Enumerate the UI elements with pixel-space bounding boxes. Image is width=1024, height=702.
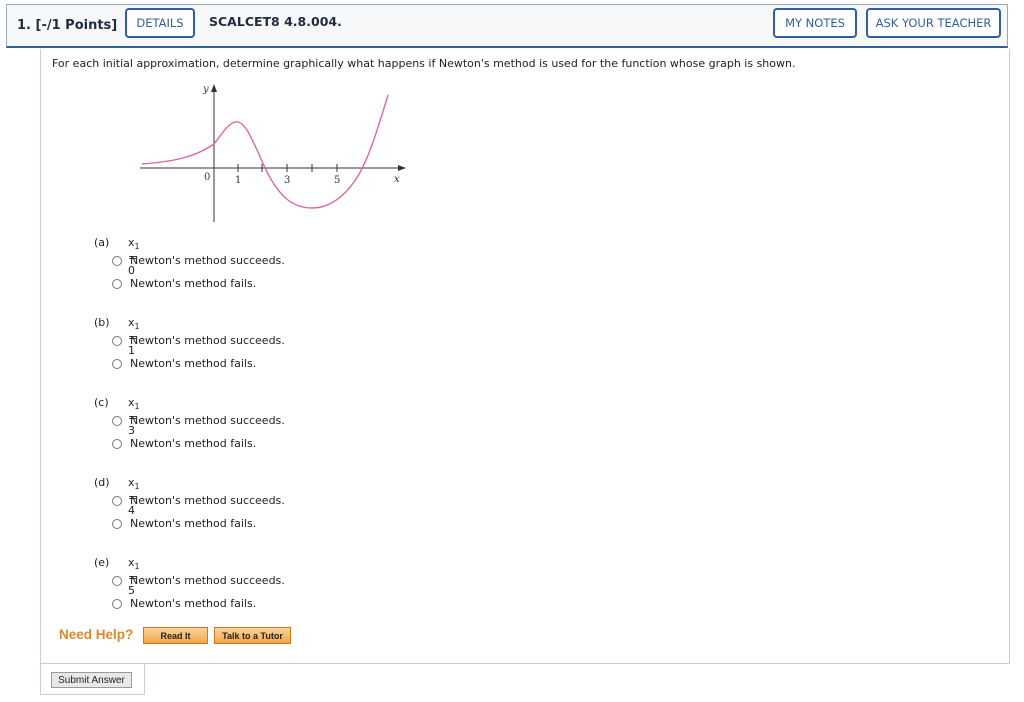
part-label: (c): [94, 396, 109, 409]
option-label: Newton's method succeeds.: [130, 414, 285, 427]
option-label: Newton's method fails.: [130, 517, 257, 530]
x-subscript: 1: [134, 482, 140, 492]
tick-label-1: 1: [235, 175, 241, 186]
question-prompt: For each initial approximation, determin…: [52, 57, 796, 70]
part-label: (a): [94, 236, 110, 249]
radio-button[interactable]: [112, 255, 122, 266]
part-label: (d): [94, 476, 110, 489]
option-fails[interactable]: Newton's method fails.: [112, 277, 256, 290]
option-succeeds[interactable]: Newton's method succeeds.: [112, 494, 285, 507]
option-label: Newton's method succeeds.: [130, 334, 285, 347]
radio-button[interactable]: [112, 518, 122, 529]
radio-button[interactable]: [112, 438, 122, 449]
x-subscript: 1: [134, 322, 140, 332]
option-fails[interactable]: Newton's method fails.: [112, 517, 256, 530]
option-label: Newton's method succeeds.: [130, 254, 285, 267]
radio-button[interactable]: [112, 575, 122, 586]
origin-label: 0: [204, 172, 210, 183]
radio-button[interactable]: [112, 598, 122, 609]
function-curve: [141, 94, 389, 209]
option-succeeds[interactable]: Newton's method succeeds.: [112, 334, 285, 347]
radio-button[interactable]: [112, 335, 122, 346]
option-fails[interactable]: Newton's method fails.: [112, 357, 256, 370]
function-graph: y x 0 1 3 5: [140, 84, 406, 222]
talk-to-tutor-button[interactable]: Talk to a Tutor: [214, 627, 291, 644]
x-subscript: 1: [134, 402, 140, 412]
option-succeeds[interactable]: Newton's method succeeds.: [112, 574, 285, 587]
option-label: Newton's method fails.: [130, 437, 257, 450]
details-button[interactable]: DETAILS: [125, 8, 195, 38]
option-succeeds[interactable]: Newton's method succeeds.: [112, 254, 285, 267]
submit-answer-button[interactable]: Submit Answer: [51, 672, 132, 688]
tick-label-5: 5: [334, 175, 340, 186]
my-notes-button[interactable]: MY NOTES: [773, 8, 857, 38]
part-label: (b): [94, 316, 110, 329]
x-subscript: 1: [134, 242, 140, 252]
option-fails[interactable]: Newton's method fails.: [112, 437, 256, 450]
ask-your-teacher-button[interactable]: ASK YOUR TEACHER: [866, 8, 1001, 38]
y-axis-label: y: [202, 84, 209, 95]
option-label: Newton's method fails.: [130, 277, 257, 290]
x-axis-arrow: [398, 165, 406, 171]
x-subscript: 1: [134, 562, 140, 572]
read-it-button[interactable]: Read It: [143, 627, 208, 644]
option-fails[interactable]: Newton's method fails.: [112, 597, 256, 610]
x-axis-label: x: [394, 174, 400, 185]
y-axis-arrow: [211, 84, 217, 92]
option-label: Newton's method fails.: [130, 597, 257, 610]
radio-button[interactable]: [112, 495, 122, 506]
points-label: 1. [-/1 Points]: [17, 18, 118, 33]
tick-label-3: 3: [284, 175, 290, 186]
option-label: Newton's method succeeds.: [130, 494, 285, 507]
option-label: Newton's method fails.: [130, 357, 257, 370]
need-help-label: Need Help?: [59, 627, 134, 642]
option-label: Newton's method succeeds.: [130, 574, 285, 587]
radio-button[interactable]: [112, 358, 122, 369]
radio-button[interactable]: [112, 415, 122, 426]
part-label: (e): [94, 556, 110, 569]
problem-code: SCALCET8 4.8.004.: [209, 14, 342, 29]
option-succeeds[interactable]: Newton's method succeeds.: [112, 414, 285, 427]
radio-button[interactable]: [112, 278, 122, 289]
